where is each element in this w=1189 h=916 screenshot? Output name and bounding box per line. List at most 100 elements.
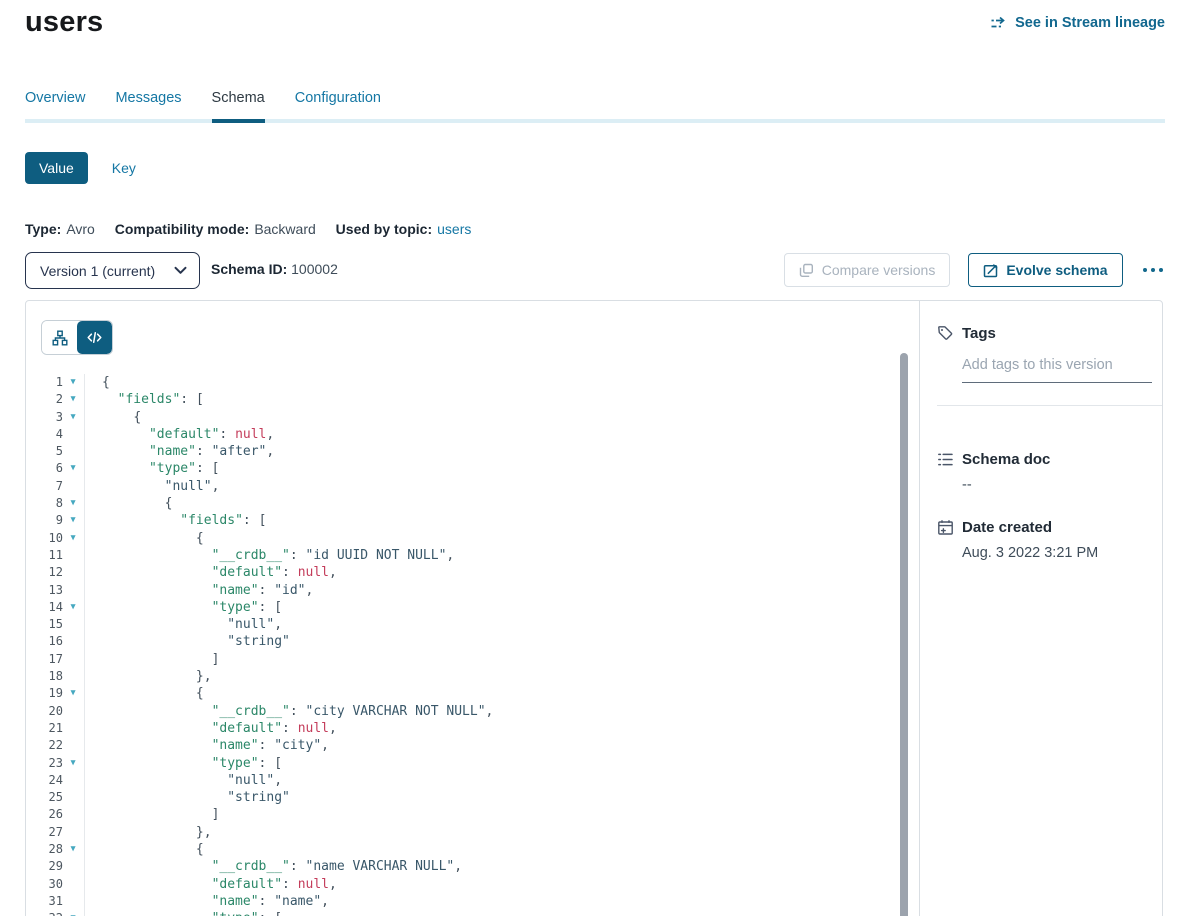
code-line: 27 }, bbox=[26, 824, 919, 841]
line-number: 26 bbox=[26, 806, 63, 823]
chevron-down-icon bbox=[174, 266, 187, 275]
date-created-value: Aug. 3 2022 3:21 PM bbox=[962, 545, 1098, 561]
line-number: 4 bbox=[26, 426, 63, 443]
fold-arrow-icon[interactable]: ▼ bbox=[63, 841, 83, 858]
fold-spacer bbox=[63, 582, 83, 599]
more-options-button[interactable] bbox=[1141, 264, 1166, 277]
fold-arrow-icon[interactable]: ▼ bbox=[63, 685, 83, 702]
line-number: 8 bbox=[26, 495, 63, 512]
stream-lineage-icon bbox=[990, 16, 1008, 30]
fold-spacer bbox=[63, 547, 83, 564]
tab-list: Overview Messages Schema Configuration bbox=[25, 90, 1165, 123]
code-text: "null", bbox=[84, 616, 919, 633]
line-number: 25 bbox=[26, 789, 63, 806]
line-number: 21 bbox=[26, 720, 63, 737]
code-line: 21 "default": null, bbox=[26, 720, 919, 737]
type-label: Type: bbox=[25, 221, 61, 237]
code-line: 29 "__crdb__": "name VARCHAR NULL", bbox=[26, 858, 919, 875]
code-text: "type": [ bbox=[84, 755, 919, 772]
stream-lineage-link[interactable]: See in Stream lineage bbox=[990, 15, 1165, 31]
key-tab-button[interactable]: Key bbox=[112, 160, 136, 176]
schema-controls-row: Version 1 (current) Schema ID: 100002 Co… bbox=[25, 252, 1165, 289]
code-line: 11 "__crdb__": "id UUID NOT NULL", bbox=[26, 547, 919, 564]
code-line: 19▼ { bbox=[26, 685, 919, 702]
schema-doc-title: Schema doc bbox=[962, 451, 1050, 468]
code-text: "type": [ bbox=[84, 910, 919, 916]
line-number: 28 bbox=[26, 841, 63, 858]
code-text: "fields": [ bbox=[84, 391, 919, 408]
tree-view-icon bbox=[52, 330, 68, 346]
topic-schema-page: users See in Stream lineage Overview Mess… bbox=[0, 0, 1189, 916]
fold-arrow-icon[interactable]: ▼ bbox=[63, 910, 83, 916]
tags-title: Tags bbox=[962, 325, 996, 342]
code-line: 28▼ { bbox=[26, 841, 919, 858]
line-number: 27 bbox=[26, 824, 63, 841]
fold-arrow-icon[interactable]: ▼ bbox=[63, 409, 83, 426]
schema-editor-pane: 1▼{2▼ "fields": [3▼ {4 "default": null,5… bbox=[26, 301, 920, 916]
line-number: 10 bbox=[26, 530, 63, 547]
schema-id: Schema ID: 100002 bbox=[211, 261, 338, 277]
fold-arrow-icon[interactable]: ▼ bbox=[63, 460, 83, 477]
code-text: { bbox=[84, 374, 919, 391]
code-text: { bbox=[84, 685, 919, 702]
schema-actions: Compare versions Evolve schema bbox=[784, 253, 1165, 287]
tag-icon bbox=[937, 325, 954, 342]
fold-arrow-icon[interactable]: ▼ bbox=[63, 495, 83, 512]
evolve-schema-label: Evolve schema bbox=[1006, 262, 1107, 278]
code-text: { bbox=[84, 409, 919, 426]
line-number: 29 bbox=[26, 858, 63, 875]
line-number: 30 bbox=[26, 876, 63, 893]
version-select[interactable]: Version 1 (current) bbox=[25, 252, 200, 289]
code-line: 6▼ "type": [ bbox=[26, 460, 919, 477]
code-line: 32▼ "type": [ bbox=[26, 910, 919, 916]
date-created-title: Date created bbox=[962, 519, 1052, 536]
line-number: 11 bbox=[26, 547, 63, 564]
fold-arrow-icon[interactable]: ▼ bbox=[63, 374, 83, 391]
code-line: 14▼ "type": [ bbox=[26, 599, 919, 616]
code-text: "name": "name", bbox=[84, 893, 919, 910]
code-line: 30 "default": null, bbox=[26, 876, 919, 893]
fold-arrow-icon[interactable]: ▼ bbox=[63, 391, 83, 408]
fold-spacer bbox=[63, 876, 83, 893]
compare-versions-button[interactable]: Compare versions bbox=[784, 253, 951, 287]
evolve-schema-button[interactable]: Evolve schema bbox=[968, 253, 1122, 287]
line-number: 5 bbox=[26, 443, 63, 460]
compatibility-value: Backward bbox=[254, 221, 315, 237]
schema-info-sidebar: Tags Schema doc -- bbox=[921, 301, 1162, 916]
line-number: 24 bbox=[26, 772, 63, 789]
code-line: 12 "default": null, bbox=[26, 564, 919, 581]
code-line: 26 ] bbox=[26, 806, 919, 823]
code-line: 20 "__crdb__": "city VARCHAR NOT NULL", bbox=[26, 703, 919, 720]
fold-arrow-icon[interactable]: ▼ bbox=[63, 755, 83, 772]
value-tab-button[interactable]: Value bbox=[25, 152, 88, 184]
stream-lineage-label: See in Stream lineage bbox=[1015, 15, 1165, 31]
tab-overview[interactable]: Overview bbox=[25, 90, 85, 123]
tags-section-header: Tags bbox=[937, 325, 996, 342]
fold-arrow-icon[interactable]: ▼ bbox=[63, 530, 83, 547]
topic-link[interactable]: users bbox=[437, 221, 471, 237]
code-line: 10▼ { bbox=[26, 530, 919, 547]
schema-meta: Type:Avro Compatibility mode:Backward Us… bbox=[25, 221, 471, 237]
fold-spacer bbox=[63, 858, 83, 875]
code-text: }, bbox=[84, 668, 919, 685]
tab-messages[interactable]: Messages bbox=[115, 90, 181, 123]
fold-arrow-icon[interactable]: ▼ bbox=[63, 599, 83, 616]
code-line: 1▼{ bbox=[26, 374, 919, 391]
tab-schema[interactable]: Schema bbox=[212, 90, 265, 123]
tree-view-button[interactable] bbox=[42, 321, 77, 354]
code-view-button[interactable] bbox=[77, 321, 112, 354]
code-line: 22 "name": "city", bbox=[26, 737, 919, 754]
code-line: 8▼ { bbox=[26, 495, 919, 512]
fold-spacer bbox=[63, 616, 83, 633]
used-by-topic-label: Used by topic: bbox=[336, 221, 432, 237]
line-number: 1 bbox=[26, 374, 63, 391]
code-scrollbar[interactable] bbox=[900, 353, 908, 916]
add-tags-input[interactable] bbox=[962, 357, 1152, 383]
code-line: 7 "null", bbox=[26, 478, 919, 495]
type-value: Avro bbox=[66, 221, 95, 237]
line-number: 6 bbox=[26, 460, 63, 477]
fold-arrow-icon[interactable]: ▼ bbox=[63, 512, 83, 529]
tab-configuration[interactable]: Configuration bbox=[295, 90, 381, 123]
code-line: 23▼ "type": [ bbox=[26, 755, 919, 772]
code-text: "__crdb__": "id UUID NOT NULL", bbox=[84, 547, 919, 564]
